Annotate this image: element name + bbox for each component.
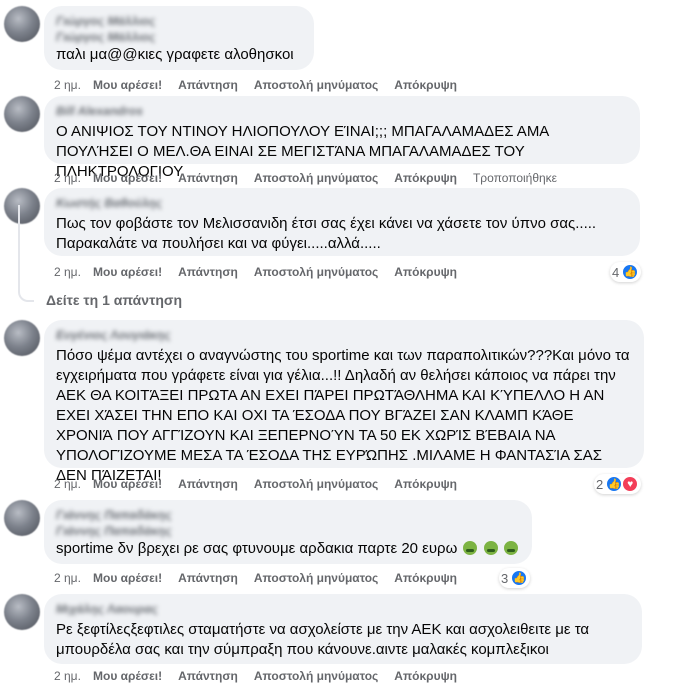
comment-time[interactable]: 2 ημ. [54, 265, 93, 279]
comment-bubble: Γιάννης Παπαδάκης Γιάννης Παπαδάκης spor… [44, 500, 532, 564]
reply-button[interactable]: Απάντηση [178, 477, 238, 491]
comment-actions: 2 ημ. Μου αρέσει! Απάντηση Αποστολή μηνύ… [54, 477, 457, 491]
comment-time[interactable]: 2 ημ. [54, 477, 93, 491]
comment-author[interactable]: Γιάννης Παπαδάκης [56, 508, 520, 523]
send-message-button[interactable]: Αποστολή μηνύματος [254, 477, 378, 491]
reply-button[interactable]: Απάντηση [178, 78, 238, 92]
reaction-summary[interactable]: 3 👍 [499, 568, 531, 588]
like-button[interactable]: Μου αρέσει! [93, 477, 162, 491]
send-message-button[interactable]: Αποστολή μηνύματος [254, 669, 378, 683]
hide-button[interactable]: Απόκρυψη [394, 571, 457, 585]
comment-actions: 2 ημ. Μου αρέσει! Απάντηση Αποστολή μηνύ… [54, 669, 457, 683]
avatar[interactable] [4, 594, 40, 630]
sick-face-emoji-icon [463, 541, 478, 555]
reaction-summary[interactable]: 2 👍 ♥ [594, 474, 642, 494]
comment-author[interactable]: Bill Alexandros [56, 104, 628, 119]
avatar[interactable] [4, 320, 40, 356]
like-button[interactable]: Μου αρέσει! [93, 571, 162, 585]
comment-author[interactable]: Γιώργος Μάλλιος [56, 14, 302, 29]
comment-actions: 2 ημ. Μου αρέσει! Απάντηση Αποστολή μηνύ… [54, 171, 557, 185]
comment-author-secondary: Γιώργος Μάλλιος [56, 30, 156, 44]
like-reaction-icon: 👍 [621, 263, 640, 281]
avatar[interactable] [4, 6, 40, 42]
send-message-button[interactable]: Αποστολή μηνύματος [254, 571, 378, 585]
like-button[interactable]: Μου αρέσει! [93, 78, 162, 92]
avatar[interactable] [4, 96, 40, 132]
sick-face-emoji-icon [483, 541, 498, 555]
comment-author[interactable]: Κωστής Βαθούλης [56, 196, 628, 211]
reaction-count: 3 [501, 570, 509, 586]
view-replies-link[interactable]: Δείτε τη 1 απάντηση [46, 292, 182, 308]
comment-text: Πόσο ψέμα αντέχει ο αναγνώστης του sport… [56, 347, 630, 484]
comment-text-content: sportime δν βρεχει ρε σας φτυνουμε αρδακ… [56, 540, 458, 557]
reaction-summary[interactable]: 4 👍 [610, 262, 642, 282]
reaction-count: 2 [596, 476, 604, 492]
hide-button[interactable]: Απόκρυψη [394, 78, 457, 92]
comment-time[interactable]: 2 ημ. [54, 571, 93, 585]
comment-bubble: Ευγένιος Λουγιάκης Πόσο ψέμα αντέχει ο α… [44, 320, 644, 484]
like-button[interactable]: Μου αρέσει! [93, 171, 162, 185]
comment-author-secondary: Γιάννης Παπαδάκης [56, 524, 172, 538]
send-message-button[interactable]: Αποστολή μηνύματος [254, 78, 378, 92]
comment-author[interactable]: Ευγένιος Λουγιάκης [56, 328, 632, 343]
send-message-button[interactable]: Αποστολή μηνύματος [254, 265, 378, 279]
hide-button[interactable]: Απόκρυψη [394, 477, 457, 491]
love-reaction-icon: ♥ [621, 475, 640, 493]
hide-button[interactable]: Απόκρυψη [394, 669, 457, 683]
reply-button[interactable]: Απάντηση [178, 571, 238, 585]
reply-button[interactable]: Απάντηση [178, 171, 238, 185]
comment-actions: 2 ημ. Μου αρέσει! Απάντηση Αποστολή μηνύ… [54, 571, 457, 585]
comment-author[interactable]: Μιχάλης Λαουρας [56, 602, 630, 617]
comment-text: Ρε ξεφτίλεςξεφτιλες σταματήστε να ασχολε… [56, 621, 590, 658]
comment-actions: 2 ημ. Μου αρέσει! Απάντηση Αποστολή μηνύ… [54, 265, 457, 279]
avatar[interactable] [4, 500, 40, 536]
sick-face-emoji-icon [503, 541, 518, 555]
comment-time[interactable]: 2 ημ. [54, 171, 93, 185]
reaction-count: 4 [612, 264, 620, 280]
comment-actions: 2 ημ. Μου αρέσει! Απάντηση Αποστολή μηνύ… [54, 78, 457, 92]
comment-time[interactable]: 2 ημ. [54, 78, 93, 92]
comment-text: sportime δν βρεχει ρε σας φτυνουμε αρδακ… [56, 539, 520, 559]
hide-button[interactable]: Απόκρυψη [394, 265, 457, 279]
comment-time[interactable]: 2 ημ. [54, 669, 93, 683]
send-message-button[interactable]: Αποστολή μηνύματος [254, 171, 378, 185]
reply-button[interactable]: Απάντηση [178, 669, 238, 683]
comment-text: παλι μα@@κιες γραφετε αλοθησκοι [56, 46, 294, 63]
comment-text: Πως τον φοβάστε τον Μελισσανιδη έτσι σας… [56, 215, 597, 252]
edited-label[interactable]: Τροποποιήθηκε [473, 171, 557, 185]
like-button[interactable]: Μου αρέσει! [93, 669, 162, 683]
comment-bubble: Κωστής Βαθούλης Πως τον φοβάστε τον Μελι… [44, 188, 640, 256]
hide-button[interactable]: Απόκρυψη [394, 171, 457, 185]
comment-bubble: Bill Alexandros Ο ΑΝΙΨΙΟΣ ΤΟΥ ΝΤΙΝΟΥ ΗΛΙ… [44, 96, 640, 180]
comment-bubble: Γιώργος Μάλλιος Γιώργος Μάλλιος παλι μα@… [44, 6, 314, 70]
like-reaction-icon: 👍 [510, 569, 529, 587]
like-button[interactable]: Μου αρέσει! [93, 265, 162, 279]
comment-bubble: Μιχάλης Λαουρας Ρε ξεφτίλεςξεφτιλες σταμ… [44, 594, 642, 664]
thread-connector [18, 205, 34, 302]
reply-button[interactable]: Απάντηση [178, 265, 238, 279]
